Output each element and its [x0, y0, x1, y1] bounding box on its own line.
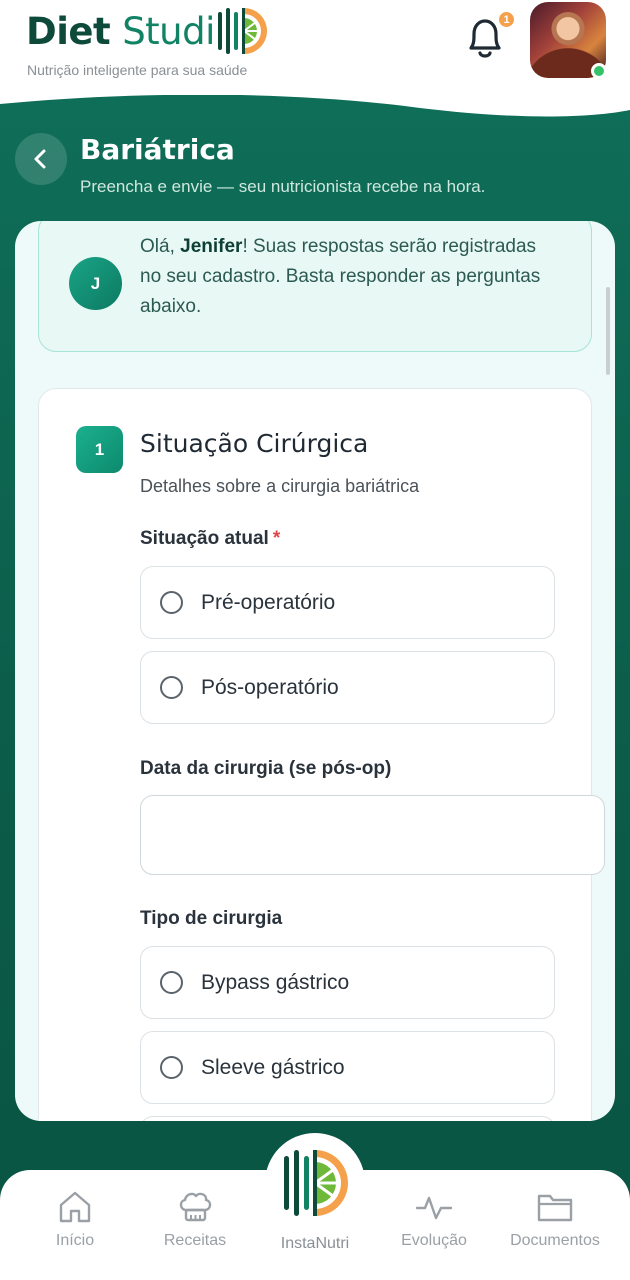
brand-logo[interactable]: Diet Studi	[26, 4, 275, 58]
greeting-message: Olá, Jenifer! Suas respostas serão regis…	[140, 236, 541, 317]
user-name: Jenifer	[180, 236, 243, 257]
tipo-cirurgia-label: Tipo de cirurgia	[140, 908, 283, 929]
back-button[interactable]	[15, 133, 67, 185]
form-section-card: 1 Situação Cirúrgica Detalhes sobre a ci…	[38, 388, 605, 1121]
nav-label: Início	[55, 1232, 95, 1249]
folder-icon	[537, 1194, 573, 1222]
data-cirurgia-label: Data da cirurgia (se pós-op)	[140, 758, 392, 779]
nav-item-documentos[interactable]: Documentos	[495, 1188, 615, 1250]
radio-label: Pós-operatório	[201, 675, 339, 699]
required-mark: *	[272, 528, 281, 549]
brand-name-part1: Diet	[26, 9, 111, 53]
radio-circle-icon	[160, 1056, 183, 1079]
form-scroll-area[interactable]: J Olá, Jenifer! Suas respostas serão reg…	[15, 221, 615, 1121]
radio-label: Sleeve gástrico	[201, 1055, 345, 1079]
data-cirurgia-input[interactable]	[140, 795, 605, 875]
radio-circle-icon	[160, 971, 183, 994]
online-status-dot	[591, 63, 607, 79]
greeting-avatar: J	[69, 257, 122, 310]
page-title: Bariátrica	[80, 133, 235, 166]
greeting-box: J Olá, Jenifer! Suas respostas serão reg…	[38, 221, 592, 352]
radio-circle-icon	[160, 591, 183, 614]
section-title: Situação Cirúrgica	[140, 429, 369, 458]
radio-label: Pré-operatório	[201, 590, 336, 614]
nav-item-receitas[interactable]: Receitas	[135, 1188, 255, 1250]
nav-label: Documentos	[510, 1232, 600, 1249]
activity-chart-icon	[415, 1196, 453, 1220]
section-description: Detalhes sobre a cirurgia bariátrica	[140, 476, 420, 496]
home-icon	[59, 1191, 91, 1223]
radio-pos-operatorio[interactable]: Pós-operatório	[140, 651, 555, 724]
radio-label: Bypass gástrico	[201, 970, 350, 994]
scrollbar[interactable]	[606, 287, 610, 375]
radio-circle-icon	[160, 676, 183, 699]
nav-item-inicio[interactable]: Início	[15, 1188, 135, 1250]
radio-sleeve-gastrico[interactable]: Sleeve gástrico	[140, 1031, 555, 1104]
step-number-badge: 1	[76, 426, 123, 473]
header-wave	[0, 90, 630, 117]
tagline: Nutrição inteligente para sua saúde	[27, 62, 248, 78]
chef-hat-icon	[179, 1192, 212, 1222]
instanutri-button[interactable]	[265, 1133, 365, 1233]
situacao-label: Situação atual *	[140, 528, 281, 549]
nav-label: Receitas	[163, 1232, 227, 1249]
nav-item-evolucao[interactable]: Evolução	[374, 1188, 494, 1250]
radio-pre-operatorio[interactable]: Pré-operatório	[140, 566, 555, 639]
nav-label: Evolução	[401, 1232, 467, 1249]
nav-label-instanutri[interactable]: InstaNutri	[255, 1235, 375, 1253]
notification-badge: 1	[497, 10, 516, 29]
chevron-left-icon	[34, 149, 46, 169]
brand-logo-icon	[217, 8, 267, 54]
brand-name-part2: Studi	[122, 9, 215, 53]
instanutri-logo-icon	[284, 1150, 348, 1216]
radio-bypass-gastrico[interactable]: Bypass gástrico	[140, 946, 555, 1019]
radio-option-partial[interactable]	[140, 1116, 555, 1121]
page-subtitle: Preencha e envie — seu nutricionista rec…	[80, 177, 486, 196]
